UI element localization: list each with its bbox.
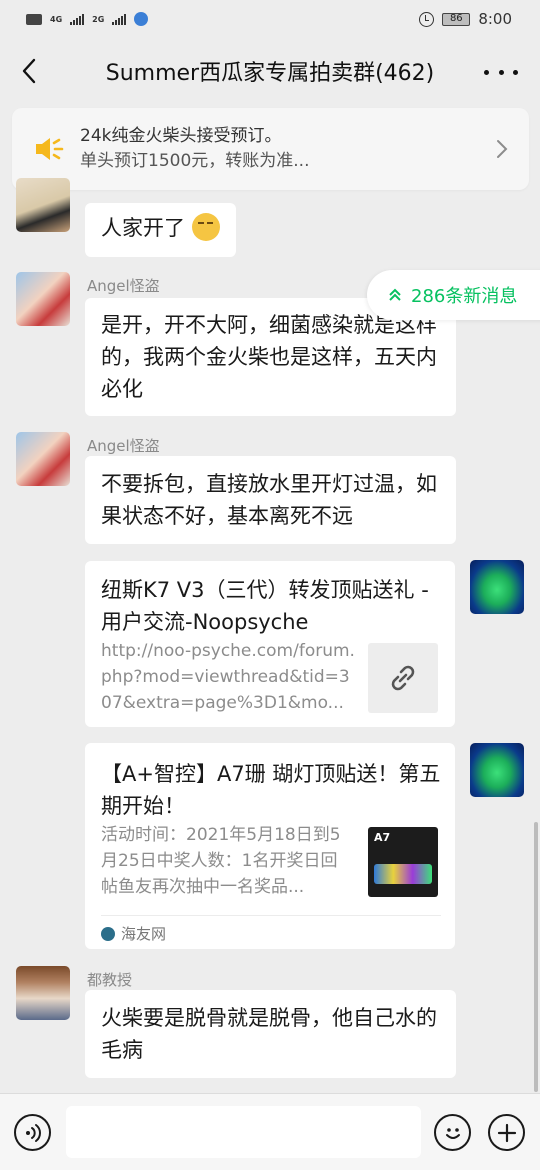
back-button[interactable] bbox=[14, 56, 44, 86]
avatar[interactable] bbox=[16, 966, 70, 1020]
message-input[interactable] bbox=[66, 1106, 421, 1158]
sender-name: Angel怪盗 bbox=[87, 437, 160, 455]
sender-name: Angel怪盗 bbox=[87, 277, 160, 295]
link-card[interactable]: 纽斯K7 V3（三代）转发顶贴送礼 - 用户交流-Noopsyche http:… bbox=[85, 561, 455, 727]
network-4g: 4G bbox=[50, 14, 63, 24]
article-card-summary: 活动时间：2021年5月18日到5月25日中奖人数：1名开奖日回帖鱼友再次抽中一… bbox=[101, 825, 341, 897]
thinking-face-icon bbox=[191, 213, 220, 241]
article-card[interactable]: 【A+智控】A7珊 瑚灯顶贴送！第五期开始！ 活动时间：2021年5月18日到5… bbox=[85, 743, 455, 949]
status-right: 86 8:00 bbox=[419, 10, 512, 28]
link-card-url: http://noo-psyche.com/forum.php?mod=view… bbox=[101, 641, 355, 713]
dot-icon bbox=[484, 69, 489, 75]
battery-icon: 86 bbox=[442, 12, 471, 26]
emoji-button[interactable] bbox=[434, 1114, 471, 1151]
message-bubble[interactable]: 火柴要是脱骨就是脱骨，他自己水的毛病 bbox=[85, 990, 456, 1078]
pinned-announcement[interactable]: 24k纯金火柴头接受预订。 单头预订1500元，转账为准... bbox=[12, 108, 529, 190]
chat-header: Summer西瓜家专属拍卖群(462) bbox=[0, 38, 540, 104]
announcement-line-1: 24k纯金火柴头接受预订。 bbox=[80, 126, 282, 146]
new-messages-label: 286条新消息 bbox=[411, 286, 518, 307]
status-time: 8:00 bbox=[478, 10, 512, 28]
card-divider bbox=[101, 915, 441, 916]
link-card-title: 纽斯K7 V3（三代）转发顶贴送礼 - 用户交流-Noopsyche bbox=[101, 578, 429, 634]
article-thumbnail: A7 bbox=[368, 827, 438, 897]
browser-icon bbox=[134, 12, 149, 26]
voice-input-button[interactable] bbox=[14, 1114, 51, 1151]
signal-icon bbox=[70, 13, 85, 25]
chat-title: Summer西瓜家专属拍卖群(462) bbox=[105, 61, 435, 86]
more-options-button[interactable] bbox=[484, 60, 518, 84]
message-text: 火柴要是脱骨就是脱骨，他自己水的毛病 bbox=[101, 1006, 437, 1062]
hd-badge-icon bbox=[26, 13, 42, 25]
new-messages-button[interactable]: 286条新消息 bbox=[367, 270, 540, 320]
double-chevron-up-icon bbox=[389, 288, 401, 301]
scrollbar[interactable] bbox=[534, 822, 538, 1092]
status-left: 4G 2G bbox=[26, 12, 149, 26]
message-bubble[interactable]: 人家开了 bbox=[85, 203, 236, 257]
announcement-text: 24k纯金火柴头接受预订。 单头预订1500元，转账为准... bbox=[80, 124, 495, 174]
chevron-left-icon bbox=[22, 58, 36, 84]
plus-icon bbox=[497, 1123, 516, 1142]
article-card-title: 【A+智控】A7珊 瑚灯顶贴送！第五期开始！ bbox=[101, 762, 441, 818]
speaker-icon bbox=[36, 138, 64, 160]
article-thumbnail-label: A7 bbox=[374, 831, 391, 844]
my-avatar[interactable] bbox=[470, 743, 524, 797]
avatar[interactable] bbox=[16, 432, 70, 486]
link-icon bbox=[391, 665, 415, 691]
sender-name: 都教授 bbox=[87, 971, 133, 989]
chevron-right-icon bbox=[497, 140, 508, 158]
avatar[interactable] bbox=[16, 272, 70, 326]
link-thumbnail bbox=[368, 643, 438, 713]
announcement-line-2: 单头预订1500元，转账为准... bbox=[80, 151, 310, 171]
message-bubble[interactable]: 不要拆包，直接放水里开灯过温，如果状态不好，基本离死不远 bbox=[85, 456, 456, 544]
message-text: 是开，开不大阿，细菌感染就是这样的，我两个金火柴也是这样，五天内必化 bbox=[101, 313, 437, 401]
alarm-icon bbox=[419, 11, 435, 27]
more-actions-button[interactable] bbox=[488, 1114, 525, 1151]
dot-icon bbox=[513, 69, 518, 75]
message-text: 人家开了 bbox=[101, 216, 185, 240]
voice-icon bbox=[25, 1123, 41, 1142]
smiley-icon bbox=[445, 1127, 460, 1139]
article-source: 海友网 bbox=[101, 923, 166, 944]
network-2g: 2G bbox=[92, 14, 105, 24]
source-logo-icon bbox=[101, 926, 115, 941]
dot-icon bbox=[498, 69, 504, 75]
my-avatar[interactable] bbox=[470, 560, 524, 614]
avatar[interactable] bbox=[16, 178, 70, 232]
status-bar: 4G 2G 86 8:00 bbox=[0, 0, 540, 38]
signal-icon bbox=[112, 13, 127, 25]
message-text: 不要拆包，直接放水里开灯过温，如果状态不好，基本离死不远 bbox=[101, 472, 437, 528]
source-name: 海友网 bbox=[121, 925, 167, 943]
input-bar bbox=[0, 1093, 540, 1170]
